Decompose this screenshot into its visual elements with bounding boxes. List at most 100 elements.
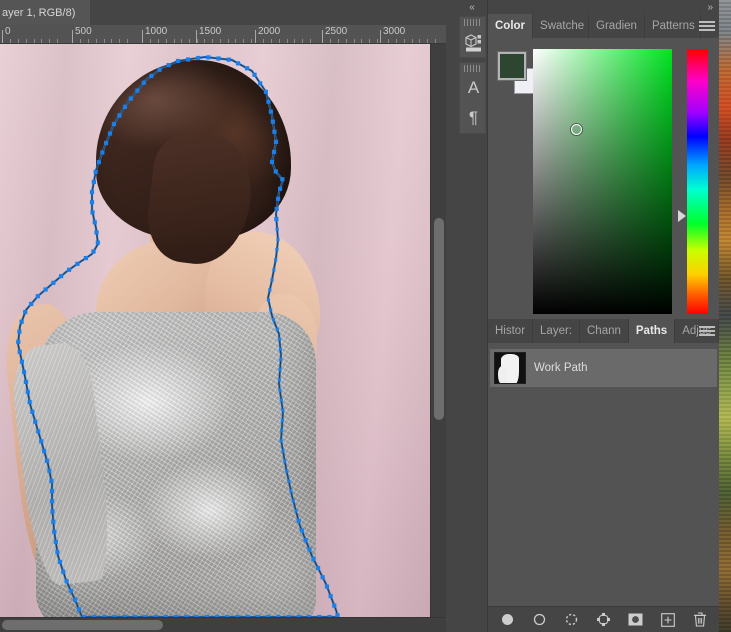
brightness-gradient bbox=[533, 49, 672, 314]
document-image bbox=[0, 44, 430, 617]
tab-paths[interactable]: Paths bbox=[628, 319, 676, 343]
ruler-minor-tick bbox=[294, 39, 295, 43]
ruler-minor-tick bbox=[204, 39, 205, 43]
ruler-minor-tick bbox=[111, 39, 112, 43]
ruler-minor-tick bbox=[57, 39, 58, 43]
tab-color[interactable]: Color bbox=[488, 14, 534, 38]
hue-slider-pointer[interactable] bbox=[678, 209, 686, 222]
dock-group-properties bbox=[459, 16, 486, 58]
path-thumbnail bbox=[494, 352, 526, 384]
ruler-minor-tick bbox=[18, 39, 19, 43]
ruler-label: 0 bbox=[5, 26, 11, 37]
ruler-minor-tick bbox=[377, 39, 378, 43]
canvas-horizontal-scrollbar-thumb[interactable] bbox=[2, 620, 163, 630]
document-tab[interactable]: ayer 1, RGB/8) bbox=[0, 0, 90, 25]
color-panel-tabbar: Color Swatche Gradien Patterns bbox=[488, 14, 719, 38]
ruler-minor-tick bbox=[396, 39, 397, 43]
tab-histor[interactable]: Histor bbox=[488, 319, 534, 343]
character-panel-icon[interactable]: A bbox=[460, 73, 487, 103]
ruler-tick bbox=[380, 30, 381, 43]
dock-group-type: A ¶ bbox=[459, 62, 486, 134]
ruler-minor-tick bbox=[287, 39, 288, 43]
canvas[interactable] bbox=[0, 44, 430, 617]
ruler-minor-tick bbox=[310, 39, 311, 43]
document-tab-bar: ayer 1, RGB/8) bbox=[0, 0, 456, 25]
ruler-minor-tick bbox=[435, 39, 436, 43]
ruler-minor-tick bbox=[412, 39, 413, 43]
paths-panel-footer bbox=[488, 606, 719, 632]
ruler-minor-tick bbox=[361, 39, 362, 43]
ruler-minor-tick bbox=[41, 39, 42, 43]
background-document-sliver[interactable] bbox=[719, 0, 731, 632]
dock-grip[interactable] bbox=[464, 65, 481, 72]
tab-layer[interactable]: Layer: bbox=[533, 319, 580, 343]
ruler-minor-tick bbox=[235, 39, 236, 43]
ruler-minor-tick bbox=[181, 39, 182, 43]
path-list-item[interactable]: Work Path bbox=[490, 349, 717, 387]
ruler-tick bbox=[196, 30, 197, 43]
saturation-brightness-field[interactable] bbox=[533, 49, 672, 314]
ruler-label: 2500 bbox=[325, 26, 348, 37]
expand-panels-icon[interactable]: » bbox=[488, 0, 719, 14]
tab-patterns[interactable]: Patterns bbox=[644, 14, 701, 38]
add-layer-mask-button[interactable] bbox=[627, 611, 645, 629]
collapse-panels-icon[interactable]: « bbox=[456, 0, 488, 14]
ruler-minor-tick bbox=[166, 39, 167, 43]
tab-swatche[interactable]: Swatche bbox=[533, 14, 590, 38]
hue-slider[interactable] bbox=[687, 49, 708, 314]
paragraph-panel-icon[interactable]: ¶ bbox=[460, 103, 487, 133]
ruler-minor-tick bbox=[404, 39, 405, 43]
ruler-minor-tick bbox=[88, 39, 89, 43]
ruler-minor-tick bbox=[96, 39, 97, 43]
color-panel-menu-icon[interactable] bbox=[699, 18, 715, 34]
ruler-tick bbox=[72, 30, 73, 43]
ruler-minor-tick bbox=[119, 39, 120, 43]
ruler-minor-tick bbox=[26, 39, 27, 43]
ruler-minor-tick bbox=[338, 39, 339, 43]
ruler-minor-tick bbox=[302, 39, 303, 43]
ruler-minor-tick bbox=[197, 39, 198, 43]
ruler-minor-tick bbox=[220, 39, 221, 43]
document-tab-label: ayer 1, RGB/8) bbox=[2, 6, 76, 19]
ruler-minor-tick bbox=[104, 39, 105, 43]
load-path-as-selection-button[interactable] bbox=[563, 611, 581, 629]
ruler-minor-tick bbox=[427, 39, 428, 43]
path-thumbnail-silhouette-arm bbox=[498, 366, 507, 383]
ruler-label: 1000 bbox=[145, 26, 168, 37]
stroke-path-button[interactable] bbox=[531, 611, 549, 629]
ruler-minor-tick bbox=[174, 39, 175, 43]
ruler-tick bbox=[255, 30, 256, 43]
document-right-gutter bbox=[446, 0, 456, 632]
ruler-minor-tick bbox=[369, 39, 370, 43]
ruler-minor-tick bbox=[10, 39, 11, 43]
tab-gradien[interactable]: Gradien bbox=[589, 14, 645, 38]
fill-path-button[interactable] bbox=[499, 611, 517, 629]
tab-chann[interactable]: Chann bbox=[580, 319, 629, 343]
ruler-minor-tick bbox=[263, 39, 264, 43]
paths-panel-menu-icon[interactable] bbox=[699, 323, 715, 339]
ruler-minor-tick bbox=[158, 39, 159, 43]
ruler-minor-tick bbox=[127, 39, 128, 43]
path-name-label: Work Path bbox=[534, 362, 588, 374]
ruler-minor-tick bbox=[49, 39, 50, 43]
canvas-vertical-scrollbar-thumb[interactable] bbox=[434, 218, 444, 420]
color-panel-body bbox=[488, 38, 719, 319]
ruler-minor-tick bbox=[34, 39, 35, 43]
horizontal-ruler[interactable]: 0 500 1000 1500 2000 2500 3000 bbox=[0, 25, 456, 44]
dock-grip[interactable] bbox=[464, 19, 481, 26]
ruler-minor-tick bbox=[419, 39, 420, 43]
ruler-minor-tick bbox=[189, 39, 190, 43]
foreground-color-swatch[interactable] bbox=[497, 51, 527, 81]
new-path-button[interactable] bbox=[659, 611, 677, 629]
ruler-tick bbox=[322, 30, 323, 43]
ruler-minor-tick bbox=[271, 39, 272, 43]
make-work-path-button[interactable] bbox=[595, 611, 613, 629]
ruler-minor-tick bbox=[330, 39, 331, 43]
paths-panel: Histor Layer: Chann Paths Adjus Work Path bbox=[488, 319, 719, 632]
properties-3d-icon[interactable] bbox=[460, 27, 487, 57]
ruler-tick bbox=[2, 30, 3, 43]
ruler-minor-tick bbox=[354, 39, 355, 43]
delete-path-button[interactable] bbox=[691, 611, 709, 629]
color-field-cursor[interactable] bbox=[571, 123, 583, 135]
ruler-minor-tick bbox=[346, 39, 347, 43]
